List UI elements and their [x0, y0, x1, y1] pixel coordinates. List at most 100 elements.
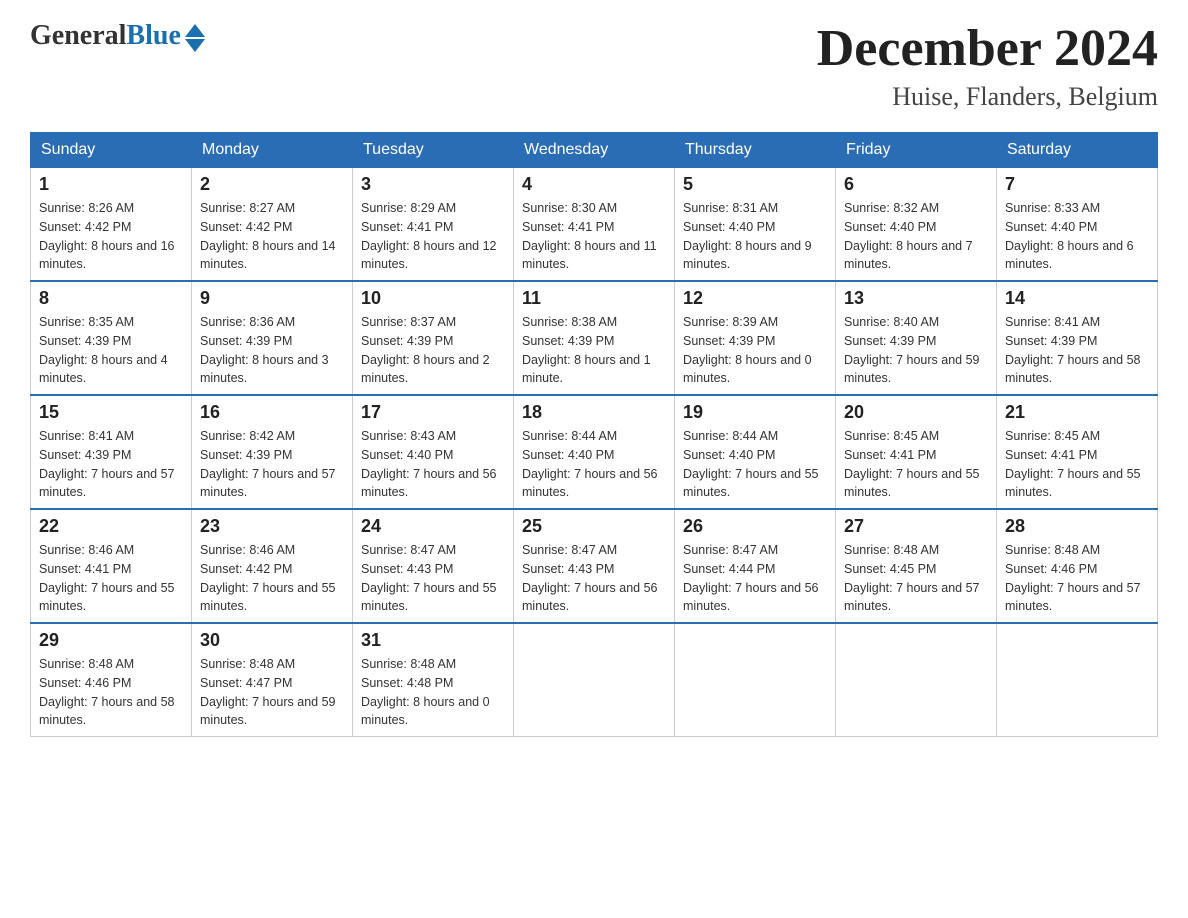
- sunset-label: Sunset: 4:43 PM: [361, 562, 453, 576]
- daylight-label: Daylight: 7 hours and 57 minutes.: [200, 467, 336, 500]
- calendar-cell: 7 Sunrise: 8:33 AM Sunset: 4:40 PM Dayli…: [997, 168, 1158, 282]
- logo-general-text: General: [30, 20, 126, 52]
- sunset-label: Sunset: 4:42 PM: [200, 562, 292, 576]
- calendar-cell: 21 Sunrise: 8:45 AM Sunset: 4:41 PM Dayl…: [997, 395, 1158, 509]
- sunset-label: Sunset: 4:40 PM: [1005, 220, 1097, 234]
- calendar-cell: 25 Sunrise: 8:47 AM Sunset: 4:43 PM Dayl…: [514, 509, 675, 623]
- day-info: Sunrise: 8:41 AM Sunset: 4:39 PM Dayligh…: [1005, 313, 1149, 388]
- calendar-cell: 22 Sunrise: 8:46 AM Sunset: 4:41 PM Dayl…: [31, 509, 192, 623]
- sunrise-label: Sunrise: 8:38 AM: [522, 315, 617, 329]
- calendar-cell: 11 Sunrise: 8:38 AM Sunset: 4:39 PM Dayl…: [514, 281, 675, 395]
- daylight-label: Daylight: 8 hours and 0 minutes.: [683, 353, 812, 386]
- daylight-label: Daylight: 7 hours and 56 minutes.: [361, 467, 497, 500]
- day-info: Sunrise: 8:31 AM Sunset: 4:40 PM Dayligh…: [683, 199, 827, 274]
- sunrise-label: Sunrise: 8:43 AM: [361, 429, 456, 443]
- sunset-label: Sunset: 4:41 PM: [522, 220, 614, 234]
- sunrise-label: Sunrise: 8:36 AM: [200, 315, 295, 329]
- sunrise-label: Sunrise: 8:33 AM: [1005, 201, 1100, 215]
- day-info: Sunrise: 8:48 AM Sunset: 4:45 PM Dayligh…: [844, 541, 988, 616]
- day-number: 25: [522, 516, 666, 537]
- day-info: Sunrise: 8:30 AM Sunset: 4:41 PM Dayligh…: [522, 199, 666, 274]
- sunrise-label: Sunrise: 8:48 AM: [1005, 543, 1100, 557]
- page-header: General Blue December 2024 Huise, Flande…: [30, 20, 1158, 112]
- title-section: December 2024 Huise, Flanders, Belgium: [817, 20, 1158, 112]
- day-info: Sunrise: 8:46 AM Sunset: 4:42 PM Dayligh…: [200, 541, 344, 616]
- sunset-label: Sunset: 4:39 PM: [39, 448, 131, 462]
- sunset-label: Sunset: 4:42 PM: [200, 220, 292, 234]
- sunset-label: Sunset: 4:39 PM: [200, 448, 292, 462]
- daylight-label: Daylight: 7 hours and 57 minutes.: [39, 467, 175, 500]
- weekday-header-thursday: Thursday: [675, 133, 836, 168]
- daylight-label: Daylight: 7 hours and 55 minutes.: [39, 581, 175, 614]
- day-number: 26: [683, 516, 827, 537]
- daylight-label: Daylight: 7 hours and 58 minutes.: [1005, 353, 1141, 386]
- sunrise-label: Sunrise: 8:35 AM: [39, 315, 134, 329]
- sunrise-label: Sunrise: 8:37 AM: [361, 315, 456, 329]
- sunrise-label: Sunrise: 8:42 AM: [200, 429, 295, 443]
- day-number: 19: [683, 402, 827, 423]
- daylight-label: Daylight: 7 hours and 57 minutes.: [844, 581, 980, 614]
- daylight-label: Daylight: 8 hours and 0 minutes.: [361, 695, 490, 728]
- calendar-cell: 13 Sunrise: 8:40 AM Sunset: 4:39 PM Dayl…: [836, 281, 997, 395]
- sunrise-label: Sunrise: 8:48 AM: [844, 543, 939, 557]
- day-number: 27: [844, 516, 988, 537]
- day-number: 1: [39, 174, 183, 195]
- sunset-label: Sunset: 4:39 PM: [361, 334, 453, 348]
- logo-blue-part: Blue: [126, 20, 204, 52]
- day-info: Sunrise: 8:35 AM Sunset: 4:39 PM Dayligh…: [39, 313, 183, 388]
- calendar-cell: 29 Sunrise: 8:48 AM Sunset: 4:46 PM Dayl…: [31, 623, 192, 737]
- day-info: Sunrise: 8:40 AM Sunset: 4:39 PM Dayligh…: [844, 313, 988, 388]
- sunrise-label: Sunrise: 8:45 AM: [844, 429, 939, 443]
- sunrise-label: Sunrise: 8:48 AM: [200, 657, 295, 671]
- sunrise-label: Sunrise: 8:31 AM: [683, 201, 778, 215]
- sunset-label: Sunset: 4:46 PM: [1005, 562, 1097, 576]
- sunset-label: Sunset: 4:39 PM: [522, 334, 614, 348]
- calendar-cell: 31 Sunrise: 8:48 AM Sunset: 4:48 PM Dayl…: [353, 623, 514, 737]
- day-number: 28: [1005, 516, 1149, 537]
- day-number: 8: [39, 288, 183, 309]
- day-number: 30: [200, 630, 344, 651]
- sunrise-label: Sunrise: 8:48 AM: [361, 657, 456, 671]
- day-info: Sunrise: 8:48 AM Sunset: 4:46 PM Dayligh…: [1005, 541, 1149, 616]
- sunset-label: Sunset: 4:40 PM: [683, 448, 775, 462]
- daylight-label: Daylight: 8 hours and 4 minutes.: [39, 353, 168, 386]
- day-number: 24: [361, 516, 505, 537]
- calendar-cell: 18 Sunrise: 8:44 AM Sunset: 4:40 PM Dayl…: [514, 395, 675, 509]
- calendar-cell: [675, 623, 836, 737]
- daylight-label: Daylight: 8 hours and 1 minute.: [522, 353, 651, 386]
- calendar-week-row: 8 Sunrise: 8:35 AM Sunset: 4:39 PM Dayli…: [31, 281, 1158, 395]
- calendar-cell: 10 Sunrise: 8:37 AM Sunset: 4:39 PM Dayl…: [353, 281, 514, 395]
- day-number: 22: [39, 516, 183, 537]
- calendar-cell: [514, 623, 675, 737]
- daylight-label: Daylight: 7 hours and 59 minutes.: [844, 353, 980, 386]
- calendar-cell: 17 Sunrise: 8:43 AM Sunset: 4:40 PM Dayl…: [353, 395, 514, 509]
- daylight-label: Daylight: 8 hours and 3 minutes.: [200, 353, 329, 386]
- logo-blue-text: Blue: [126, 20, 180, 52]
- day-info: Sunrise: 8:42 AM Sunset: 4:39 PM Dayligh…: [200, 427, 344, 502]
- weekday-header-tuesday: Tuesday: [353, 133, 514, 168]
- weekday-header-saturday: Saturday: [997, 133, 1158, 168]
- sunset-label: Sunset: 4:46 PM: [39, 676, 131, 690]
- calendar-cell: 4 Sunrise: 8:30 AM Sunset: 4:41 PM Dayli…: [514, 168, 675, 282]
- calendar-cell: 14 Sunrise: 8:41 AM Sunset: 4:39 PM Dayl…: [997, 281, 1158, 395]
- weekday-header-wednesday: Wednesday: [514, 133, 675, 168]
- sunset-label: Sunset: 4:44 PM: [683, 562, 775, 576]
- calendar-cell: 30 Sunrise: 8:48 AM Sunset: 4:47 PM Dayl…: [192, 623, 353, 737]
- day-number: 13: [844, 288, 988, 309]
- location-title: Huise, Flanders, Belgium: [817, 82, 1158, 112]
- daylight-label: Daylight: 7 hours and 55 minutes.: [361, 581, 497, 614]
- daylight-label: Daylight: 8 hours and 16 minutes.: [39, 239, 175, 272]
- day-number: 18: [522, 402, 666, 423]
- calendar-cell: 16 Sunrise: 8:42 AM Sunset: 4:39 PM Dayl…: [192, 395, 353, 509]
- calendar-cell: 5 Sunrise: 8:31 AM Sunset: 4:40 PM Dayli…: [675, 168, 836, 282]
- sunrise-label: Sunrise: 8:32 AM: [844, 201, 939, 215]
- day-info: Sunrise: 8:48 AM Sunset: 4:46 PM Dayligh…: [39, 655, 183, 730]
- sunset-label: Sunset: 4:40 PM: [522, 448, 614, 462]
- day-info: Sunrise: 8:47 AM Sunset: 4:43 PM Dayligh…: [361, 541, 505, 616]
- daylight-label: Daylight: 7 hours and 56 minutes.: [522, 467, 658, 500]
- calendar-cell: 28 Sunrise: 8:48 AM Sunset: 4:46 PM Dayl…: [997, 509, 1158, 623]
- sunset-label: Sunset: 4:41 PM: [1005, 448, 1097, 462]
- day-number: 31: [361, 630, 505, 651]
- day-number: 3: [361, 174, 505, 195]
- logo: General Blue: [30, 20, 205, 52]
